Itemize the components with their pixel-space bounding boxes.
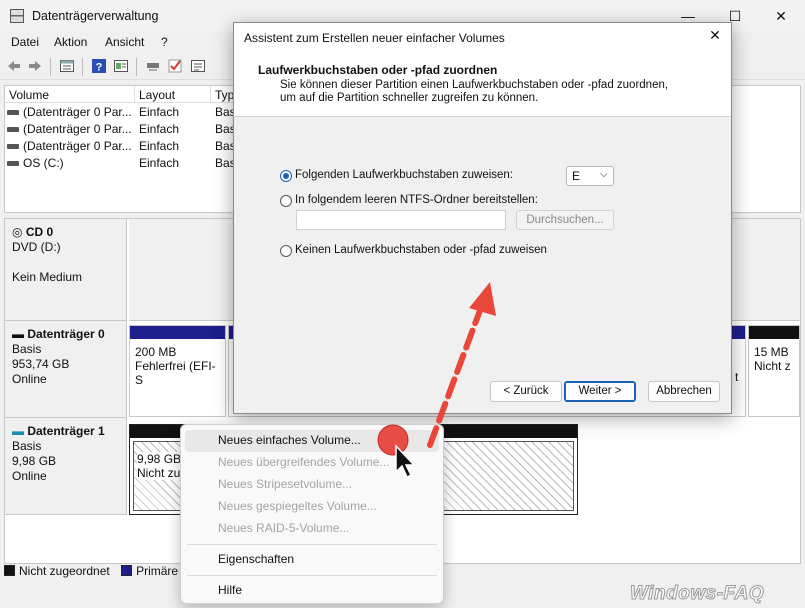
disk-label-disk0[interactable]: ▬ Datenträger 0 Basis 953,74 GB Online (5, 321, 127, 418)
volume-name: (Datenträger 0 Par... (23, 122, 132, 136)
partition-status: Nicht z (754, 359, 791, 373)
cancel-button[interactable]: Abbrechen (648, 381, 720, 402)
disk-label-cd0[interactable]: ◎ CD 0 DVD (D:) Kein Medium (5, 219, 127, 321)
next-button[interactable]: Weiter > (564, 381, 636, 402)
cd-drive-icon: ◎ (12, 225, 23, 239)
menu-separator (187, 575, 437, 576)
drive-icon (7, 161, 19, 167)
partition-size: 9,98 GB (137, 452, 182, 466)
connect-icon[interactable] (145, 58, 161, 74)
menu-item-new-mirrored-volume[interactable]: Neues gespiegeltes Volume... (185, 496, 439, 518)
check-icon[interactable] (167, 58, 183, 74)
back-button[interactable]: < Zurück (490, 381, 562, 402)
label-assign-letter: Folgenden Laufwerkbuchstaben zuweisen: (295, 169, 514, 181)
volume-layout: Einfach (139, 156, 180, 170)
disk-type: DVD (D:) (12, 240, 61, 254)
dialog-titlebar: Assistent zum Erstellen neuer einfacher … (234, 23, 731, 51)
menu-aktion[interactable]: Aktion (54, 35, 87, 49)
context-menu: Neues einfaches Volume... Neues übergrei… (180, 424, 444, 604)
menu-help[interactable]: ? (161, 35, 168, 49)
close-button[interactable]: ✕ (758, 0, 804, 32)
menu-item-properties[interactable]: Eigenschaften (185, 549, 439, 571)
toolbar-separator (82, 58, 83, 76)
partition-status: t (735, 370, 739, 384)
properties-icon[interactable] (59, 58, 75, 74)
disk-icon: ▬ (12, 424, 24, 438)
folder-path-input[interactable] (296, 210, 506, 230)
disk-management-icon (10, 9, 24, 23)
disk-type: Basis (12, 342, 42, 356)
legend-primary: Primäre (136, 564, 179, 578)
toolbar-separator (136, 58, 137, 76)
column-header-layout[interactable]: Layout (135, 86, 211, 103)
disk-name: CD 0 (25, 225, 54, 239)
forward-icon[interactable] (27, 58, 43, 74)
partition-size: 200 MB (135, 345, 177, 359)
disk-status: Online (12, 469, 47, 483)
menu-datei[interactable]: Datei (11, 35, 39, 49)
disk-type: Basis (12, 439, 42, 453)
partition-bar (130, 326, 225, 339)
drive-letter-select[interactable]: E ⌵ (566, 166, 614, 186)
radio-mount-folder[interactable] (280, 195, 292, 207)
menu-item-help[interactable]: Hilfe (185, 580, 439, 602)
disk-size: 9,98 GB (12, 454, 57, 468)
menu-item-new-raid5-volume[interactable]: Neues RAID-5-Volume... (185, 518, 439, 540)
label-mount-folder: In folgendem leeren NTFS-Ordner bereitst… (295, 194, 538, 206)
legend-unallocated: Nicht zugeordnet (19, 564, 110, 578)
watermark: Windows-FAQ (629, 583, 765, 605)
column-header-volume[interactable]: Volume (5, 86, 135, 103)
partition-size: 15 MB (754, 345, 789, 359)
view-icon[interactable] (113, 58, 129, 74)
dialog-close-icon[interactable]: ✕ (704, 27, 726, 47)
disk-status: Kein Medium (12, 270, 83, 284)
chevron-down-icon: ⌵ (600, 169, 608, 180)
drive-letter-value: E (572, 169, 581, 183)
partition-efi[interactable]: 200 MB Fehlerfrei (EFI-S (129, 325, 226, 417)
window-title: Datenträgerverwaltung (32, 9, 159, 23)
legend-swatch-primary (121, 565, 133, 576)
dialog-title: Assistent zum Erstellen neuer einfacher … (244, 31, 505, 45)
drive-icon (7, 110, 19, 116)
new-volume-wizard-dialog: Assistent zum Erstellen neuer einfacher … (233, 22, 732, 414)
menu-ansicht[interactable]: Ansicht (105, 35, 144, 49)
svg-text:?: ? (96, 62, 103, 74)
drive-icon (7, 127, 19, 133)
disk-status: Online (12, 372, 47, 386)
partition-status: Nicht zu (137, 466, 181, 480)
volume-layout: Einfach (139, 122, 180, 136)
volume-name: (Datenträger 0 Par... (23, 139, 132, 153)
radio-no-letter[interactable] (280, 245, 292, 257)
volume-name: (Datenträger 0 Par... (23, 105, 132, 119)
radio-assign-letter[interactable] (280, 170, 292, 182)
partition-unallocated[interactable]: 15 MB Nicht z (748, 325, 800, 417)
help-icon[interactable]: ? (91, 58, 107, 74)
partition-status: Fehlerfrei (EFI-S (135, 359, 216, 387)
dialog-heading: Laufwerkbuchstaben oder -pfad zuordnen (258, 63, 498, 77)
menu-separator (187, 544, 437, 545)
disk-name: Datenträger 1 (27, 424, 105, 438)
legend: Nicht zugeordnet Primäre (4, 564, 204, 582)
toolbar-separator (50, 58, 51, 76)
menu-item-new-spanned-volume[interactable]: Neues übergreifendes Volume... (185, 452, 439, 474)
settings-icon[interactable] (190, 58, 206, 74)
disk-name: Datenträger 0 (27, 327, 105, 341)
volume-name: OS (C:) (23, 156, 64, 170)
legend-swatch-unallocated (4, 565, 15, 576)
label-no-letter: Keinen Laufwerkbuchstaben oder -pfad zuw… (295, 244, 547, 256)
volume-layout: Einfach (139, 139, 180, 153)
disk-icon: ▬ (12, 327, 24, 341)
drive-icon (7, 144, 19, 150)
volume-layout: Einfach (139, 105, 180, 119)
menu-item-new-simple-volume[interactable]: Neues einfaches Volume... (185, 430, 439, 452)
back-icon[interactable] (6, 58, 22, 74)
dialog-header: Laufwerkbuchstaben oder -pfad zuordnen S… (234, 51, 731, 117)
disk-label-disk1[interactable]: ▬ Datenträger 1 Basis 9,98 GB Online (5, 418, 127, 515)
partition-bar (749, 326, 799, 339)
dialog-description: Sie können dieser Partition einen Laufwe… (280, 79, 669, 104)
browse-button[interactable]: Durchsuchen... (516, 210, 614, 230)
menu-item-new-striped-volume[interactable]: Neues Stripesetvolume... (185, 474, 439, 496)
disk-size: 953,74 GB (12, 357, 70, 371)
